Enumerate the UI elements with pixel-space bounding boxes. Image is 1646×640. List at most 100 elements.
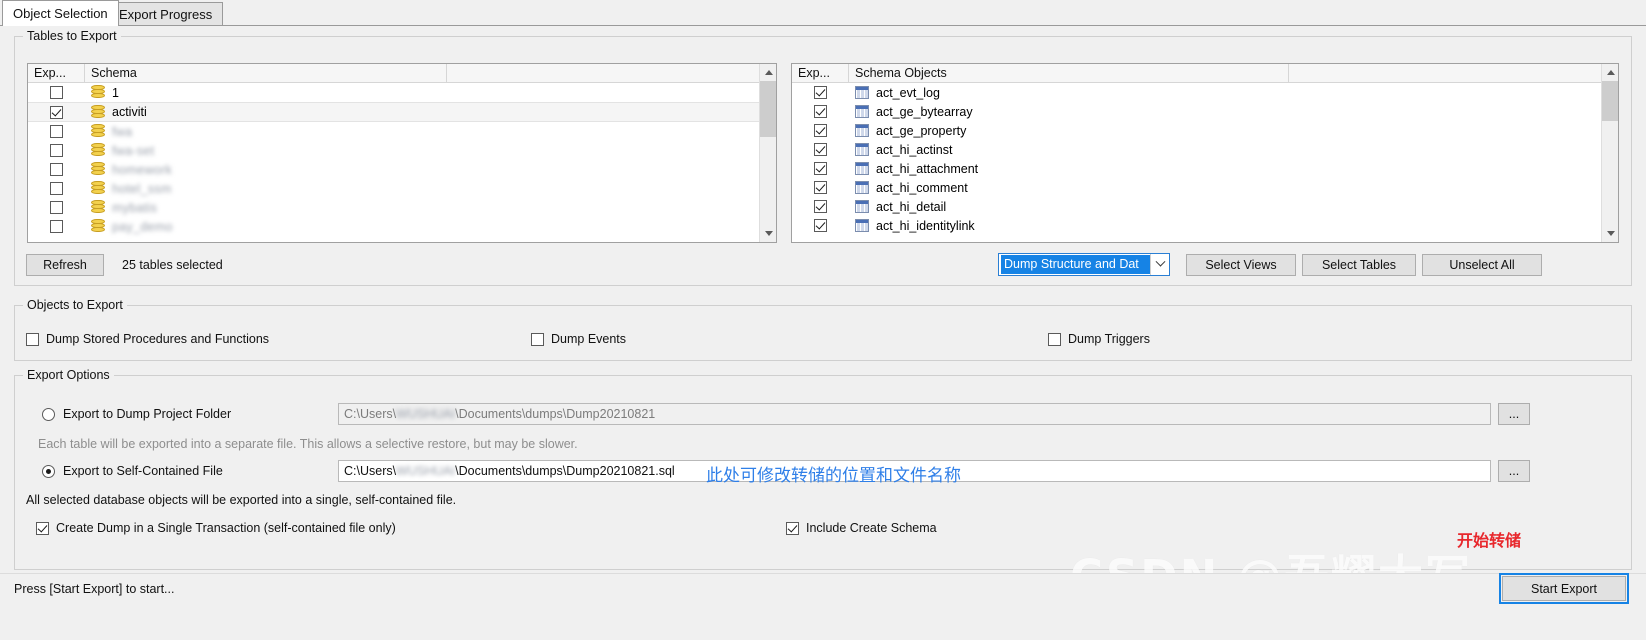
- scroll-up-icon[interactable]: [1602, 64, 1618, 81]
- object-row[interactable]: act_ge_property: [792, 121, 1618, 140]
- browse-file-button[interactable]: ...: [1498, 460, 1530, 482]
- object-row-name: act_ge_bytearray: [876, 104, 973, 119]
- start-export-button[interactable]: Start Export: [1499, 573, 1629, 604]
- object-row-name: act_evt_log: [876, 85, 940, 100]
- schema-row-name: fwa: [112, 124, 133, 139]
- object-row-checkbox[interactable]: [792, 162, 848, 175]
- schema-rows: 1 activiti fwa fwa-set homework hotel_ssm myba…: [28, 83, 776, 236]
- schema-row[interactable]: pay_demo: [28, 217, 776, 236]
- schema-row-checkbox[interactable]: [28, 220, 84, 233]
- export-to-self-contained-file-radio[interactable]: Export to Self-Contained File: [42, 464, 223, 478]
- object-row-checkbox[interactable]: [792, 105, 848, 118]
- dump-stored-procedures-label: Dump Stored Procedures and Functions: [46, 332, 270, 346]
- schema-row[interactable]: hotel_ssm: [28, 179, 776, 198]
- unselect-all-label: Unselect All: [1449, 257, 1515, 272]
- schema-row-checkbox[interactable]: [28, 105, 84, 119]
- object-row-checkbox[interactable]: [792, 124, 848, 137]
- object-row[interactable]: act_hi_detail: [792, 197, 1618, 216]
- export-to-dump-project-folder-radio[interactable]: Export to Dump Project Folder: [42, 407, 231, 421]
- select-views-button[interactable]: Select Views: [1186, 254, 1296, 276]
- unselect-all-button[interactable]: Unselect All: [1422, 254, 1542, 276]
- object-row-checkbox[interactable]: [792, 143, 848, 156]
- scroll-thumb[interactable]: [760, 81, 776, 137]
- file-path-username: WUSHUAI: [396, 464, 456, 478]
- annotation-start-export-note: 开始转储: [1457, 531, 1522, 550]
- objects-list-scrollbar[interactable]: [1601, 64, 1618, 242]
- scroll-down-icon[interactable]: [760, 225, 776, 242]
- tables-selected-count: 25 tables selected: [122, 258, 223, 272]
- scroll-thumb[interactable]: [1602, 81, 1618, 121]
- schema-list-scrollbar[interactable]: [759, 64, 776, 242]
- tab-export-progress[interactable]: Export Progress: [108, 2, 224, 26]
- file-path-suffix: \Documents\dumps\Dump20210821.sql: [455, 464, 675, 478]
- schema-list[interactable]: Exp... Schema 1 activiti fwa fwa-set homewor…: [27, 63, 777, 243]
- database-icon: [84, 143, 112, 158]
- checkbox-icon: [26, 332, 39, 346]
- dump-project-folder-path-input[interactable]: C:\Users\ WUSHUAI \Documents\dumps\Dump202…: [338, 403, 1491, 425]
- schema-row-checkbox[interactable]: [28, 144, 84, 157]
- schema-objects-list[interactable]: Exp... Schema Objects act_evt_log act_ge_…: [791, 63, 1619, 243]
- database-icon: [84, 104, 112, 120]
- checkbox-icon: [531, 332, 544, 346]
- dump-triggers-checkbox[interactable]: Dump Triggers: [1048, 332, 1150, 346]
- schema-row[interactable]: 1: [28, 83, 776, 102]
- schema-row[interactable]: activiti: [28, 102, 776, 122]
- object-row[interactable]: act_evt_log: [792, 83, 1618, 102]
- select-tables-button[interactable]: Select Tables: [1302, 254, 1416, 276]
- export-to-self-contained-file-label: Export to Self-Contained File: [63, 464, 223, 478]
- data-export-dialog: Object Selection Export Progress Tables …: [0, 0, 1646, 640]
- schema-row[interactable]: fwa: [28, 122, 776, 141]
- include-create-schema-checkbox[interactable]: Include Create Schema: [786, 521, 937, 535]
- object-row-checkbox[interactable]: [792, 181, 848, 194]
- tab-object-selection[interactable]: Object Selection: [2, 0, 119, 26]
- dump-mode-select[interactable]: Dump Structure and Dat: [998, 253, 1170, 276]
- schema-row-name: 1: [112, 85, 119, 100]
- dump-events-label: Dump Events: [551, 332, 627, 346]
- objects-rows: act_evt_log act_ge_bytearray act_ge_proper…: [792, 83, 1618, 235]
- checkbox-icon: [49, 144, 63, 157]
- tab-strip: Object Selection Export Progress: [0, 0, 1646, 26]
- dump-stored-procedures-checkbox[interactable]: Dump Stored Procedures and Functions: [26, 332, 269, 346]
- object-row[interactable]: act_hi_actinst: [792, 140, 1618, 159]
- folder-path-prefix: C:\Users\: [344, 407, 397, 421]
- schema-row-name: pay_demo: [112, 219, 173, 234]
- objects-col-spacer-header: [1288, 64, 1618, 82]
- browse-folder-button[interactable]: ...: [1498, 403, 1530, 425]
- object-row[interactable]: act_hi_attachment: [792, 159, 1618, 178]
- table-icon: [848, 162, 876, 175]
- single-transaction-checkbox[interactable]: Create Dump in a Single Transaction (sel…: [36, 521, 396, 535]
- schema-row-checkbox[interactable]: [28, 86, 84, 99]
- chevron-down-icon[interactable]: [1150, 254, 1169, 275]
- object-row-checkbox[interactable]: [792, 219, 848, 232]
- object-row[interactable]: act_hi_comment: [792, 178, 1618, 197]
- checkbox-icon: [49, 182, 63, 195]
- browse-file-label: ...: [1508, 464, 1520, 478]
- schema-row[interactable]: mybatis: [28, 198, 776, 217]
- schema-col-name-header: Schema: [84, 64, 446, 82]
- scroll-up-icon[interactable]: [760, 64, 776, 81]
- object-row-checkbox[interactable]: [792, 200, 848, 213]
- object-row-name: act_hi_attachment: [876, 161, 979, 176]
- single-transaction-label: Create Dump in a Single Transaction (sel…: [56, 521, 396, 535]
- schema-row-checkbox[interactable]: [28, 125, 84, 138]
- select-tables-label: Select Tables: [1321, 257, 1397, 272]
- export-to-dump-project-folder-label: Export to Dump Project Folder: [63, 407, 232, 421]
- radio-icon: [42, 407, 55, 421]
- tab-object-selection-label: Object Selection: [13, 6, 108, 21]
- schema-row-checkbox[interactable]: [28, 163, 84, 176]
- dump-events-checkbox[interactable]: Dump Events: [531, 332, 626, 346]
- object-row[interactable]: act_hi_identitylink: [792, 216, 1618, 235]
- refresh-button[interactable]: Refresh: [26, 254, 104, 276]
- schema-row-checkbox[interactable]: [28, 201, 84, 214]
- scroll-down-icon[interactable]: [1602, 225, 1618, 242]
- schema-row[interactable]: homework: [28, 160, 776, 179]
- schema-row[interactable]: fwa-set: [28, 141, 776, 160]
- export-options-legend: Export Options: [23, 368, 114, 382]
- database-icon: [84, 124, 112, 139]
- tab-export-progress-label: Export Progress: [119, 7, 213, 22]
- object-row-checkbox[interactable]: [792, 86, 848, 99]
- schema-row-checkbox[interactable]: [28, 182, 84, 195]
- checkbox-icon: [1048, 332, 1061, 346]
- objects-col-export-header: Exp...: [798, 66, 830, 80]
- object-row[interactable]: act_ge_bytearray: [792, 102, 1618, 121]
